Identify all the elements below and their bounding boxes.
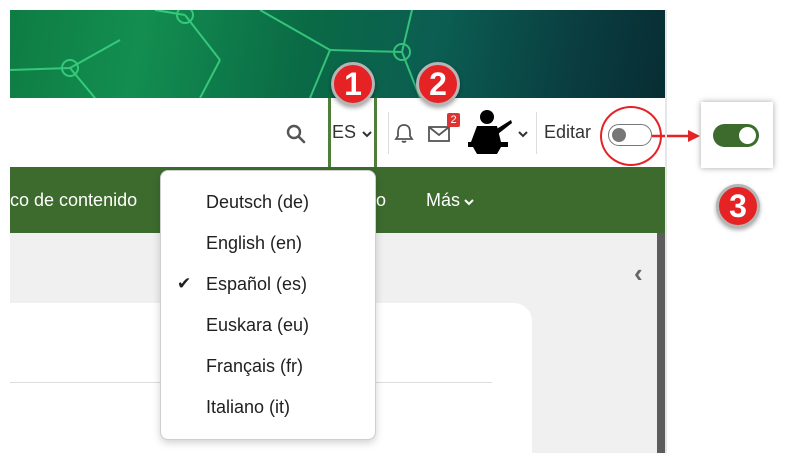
nav-more-label: Más [426, 190, 461, 210]
nav-more-menu[interactable]: Más [426, 190, 475, 211]
language-highlight-right [374, 98, 377, 167]
language-menu-button[interactable]: ES [332, 122, 372, 143]
bell-icon[interactable] [394, 123, 414, 144]
chevron-down-icon[interactable] [518, 130, 528, 138]
language-option-de[interactable]: Deutsch (de) [206, 192, 309, 213]
check-icon: ✔ [177, 274, 192, 293]
header-divider [388, 112, 389, 154]
language-option-it[interactable]: Italiano (it) [206, 397, 290, 418]
language-option-eu[interactable]: Euskara (eu) [206, 315, 309, 336]
window-edge [665, 10, 667, 453]
nav-item-partial[interactable]: o [376, 190, 386, 211]
edit-mode-label: Editar [544, 122, 592, 142]
chevron-down-icon [464, 199, 475, 206]
language-dropdown: Deutsch (de) English (en) ✔ Español (es)… [160, 170, 376, 440]
nav-item-content-bank[interactable]: co de contenido [10, 190, 137, 211]
user-avatar-icon[interactable] [465, 108, 517, 158]
language-option-fr[interactable]: Français (fr) [206, 356, 303, 377]
arrow-right-icon [652, 130, 700, 142]
language-label: ES [332, 122, 357, 142]
callout-1: 1 [331, 62, 375, 106]
toggle-knob [739, 127, 756, 144]
top-header: ES 2 Editar [10, 98, 665, 168]
toggle-on-example [713, 124, 759, 147]
callout-2: 2 [416, 62, 460, 106]
language-option-es[interactable]: Español (es) [206, 274, 307, 295]
callout-3: 3 [716, 184, 760, 228]
language-option-en[interactable]: English (en) [206, 233, 302, 254]
message-count-badge: 2 [447, 113, 460, 127]
toggle-on-callout [701, 102, 773, 168]
language-highlight-left [328, 98, 331, 167]
header-divider [536, 112, 537, 154]
collapse-drawer-icon[interactable]: ‹ [634, 258, 643, 289]
chevron-down-icon [362, 131, 372, 138]
search-icon[interactable] [286, 124, 306, 144]
envelope-icon[interactable] [428, 126, 452, 142]
